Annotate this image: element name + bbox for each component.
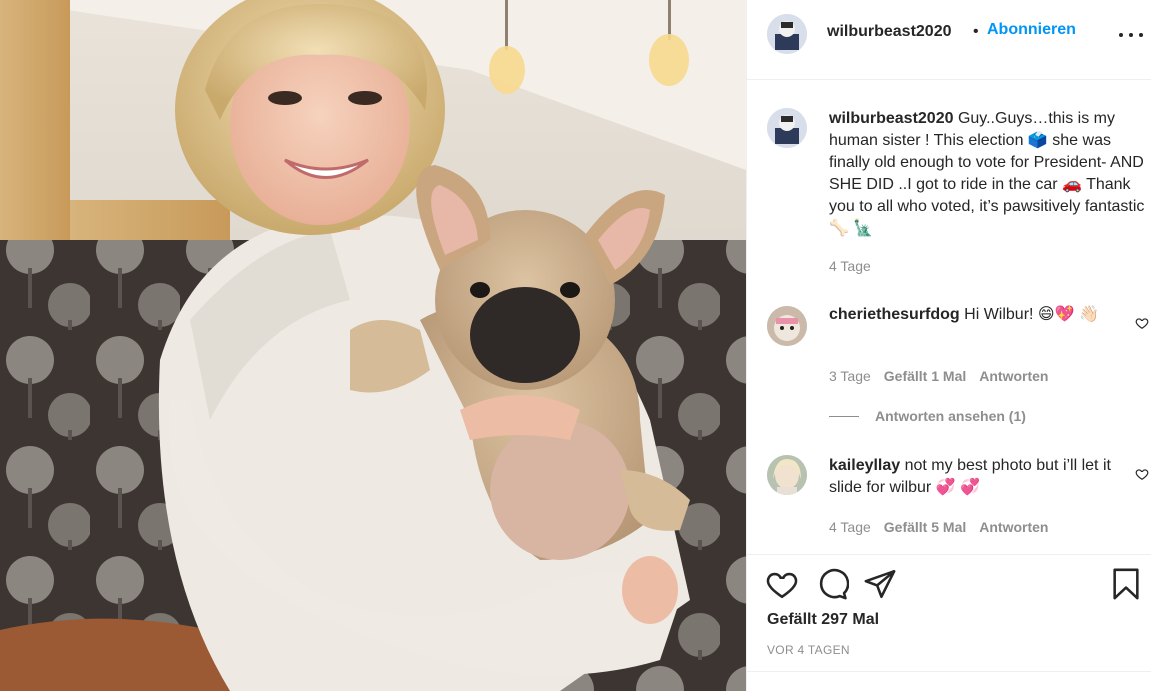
comment-meta: 3 Tage Gefällt 1 Mal Antworten [829, 368, 1048, 384]
post-photo-image [0, 0, 746, 691]
follow-button[interactable]: Abonnieren [987, 21, 1076, 39]
comment-username[interactable]: kaileyllay [829, 457, 900, 474]
comment-meta: 4 Tage Gefällt 5 Mal Antworten [829, 519, 1048, 535]
caption-time[interactable]: 4 Tage [829, 258, 871, 274]
author-avatar-image [767, 14, 807, 54]
caption-author-avatar[interactable] [767, 108, 807, 148]
post-photo[interactable] [0, 0, 746, 691]
view-replies-button[interactable]: Antworten ansehen (1) [829, 408, 1026, 424]
comment-text: kaileyllay not my best photo but i’ll le… [829, 455, 1145, 499]
comment-like-heart-icon[interactable] [1135, 316, 1149, 330]
caption-author-avatar-image [767, 108, 807, 148]
likes-count[interactable]: Gefällt 297 Mal [767, 611, 879, 629]
reply-button[interactable]: Antworten [979, 368, 1048, 384]
caption-body: Guy..Guys…this is my human sister ! This… [829, 110, 1145, 237]
comment-input-area[interactable] [747, 671, 1151, 692]
more-dot [1119, 33, 1123, 37]
save-bookmark-icon[interactable] [1109, 567, 1143, 601]
comments-list[interactable]: wilburbeast2020 Guy..Guys…this is my hum… [747, 80, 1151, 554]
comment-bubble-icon[interactable] [815, 567, 849, 601]
comment-username[interactable]: cheriethesurfdog [829, 306, 960, 323]
comment-body: Hi Wilbur! 😄💖 👋🏻 [959, 306, 1099, 323]
header-separator: • [973, 23, 979, 40]
author-avatar[interactable] [767, 14, 807, 54]
comment-like-heart-icon[interactable] [1135, 467, 1149, 481]
comment-time[interactable]: 3 Tage [829, 368, 871, 384]
comment-likes[interactable]: Gefällt 5 Mal [884, 519, 966, 535]
comment-text: cheriethesurfdog Hi Wilbur! 😄💖 👋🏻 [829, 304, 1145, 326]
post-header: wilburbeast2020 • Abonnieren [747, 0, 1151, 80]
commenter-avatar[interactable] [767, 455, 807, 495]
post-container: wilburbeast2020 • Abonnieren wilburbeast… [0, 0, 1151, 691]
caption-text: wilburbeast2020 Guy..Guys…this is my hum… [829, 108, 1145, 240]
commenter-avatar-image [767, 306, 807, 346]
share-send-icon[interactable] [863, 567, 897, 601]
more-options-icon[interactable] [1119, 26, 1143, 44]
post-time-ago[interactable]: VOR 4 TAGEN [767, 643, 850, 657]
comment-likes[interactable]: Gefällt 1 Mal [884, 368, 966, 384]
reply-button[interactable]: Antworten [979, 519, 1048, 535]
comment-time[interactable]: 4 Tage [829, 519, 871, 535]
view-replies-line [829, 415, 859, 417]
action-bar [765, 567, 1143, 603]
caption-meta: 4 Tage [829, 258, 871, 274]
commenter-avatar[interactable] [767, 306, 807, 346]
more-dot [1129, 33, 1133, 37]
commenter-avatar-image [767, 455, 807, 495]
author-username[interactable]: wilburbeast2020 [827, 23, 952, 41]
view-replies-label: Antworten ansehen (1) [875, 408, 1026, 424]
like-heart-icon[interactable] [765, 567, 799, 601]
post-footer: Gefällt 297 Mal VOR 4 TAGEN [747, 554, 1151, 692]
more-dot [1139, 33, 1143, 37]
caption-username[interactable]: wilburbeast2020 [829, 110, 954, 127]
post-side-panel: wilburbeast2020 • Abonnieren wilburbeast… [746, 0, 1151, 691]
